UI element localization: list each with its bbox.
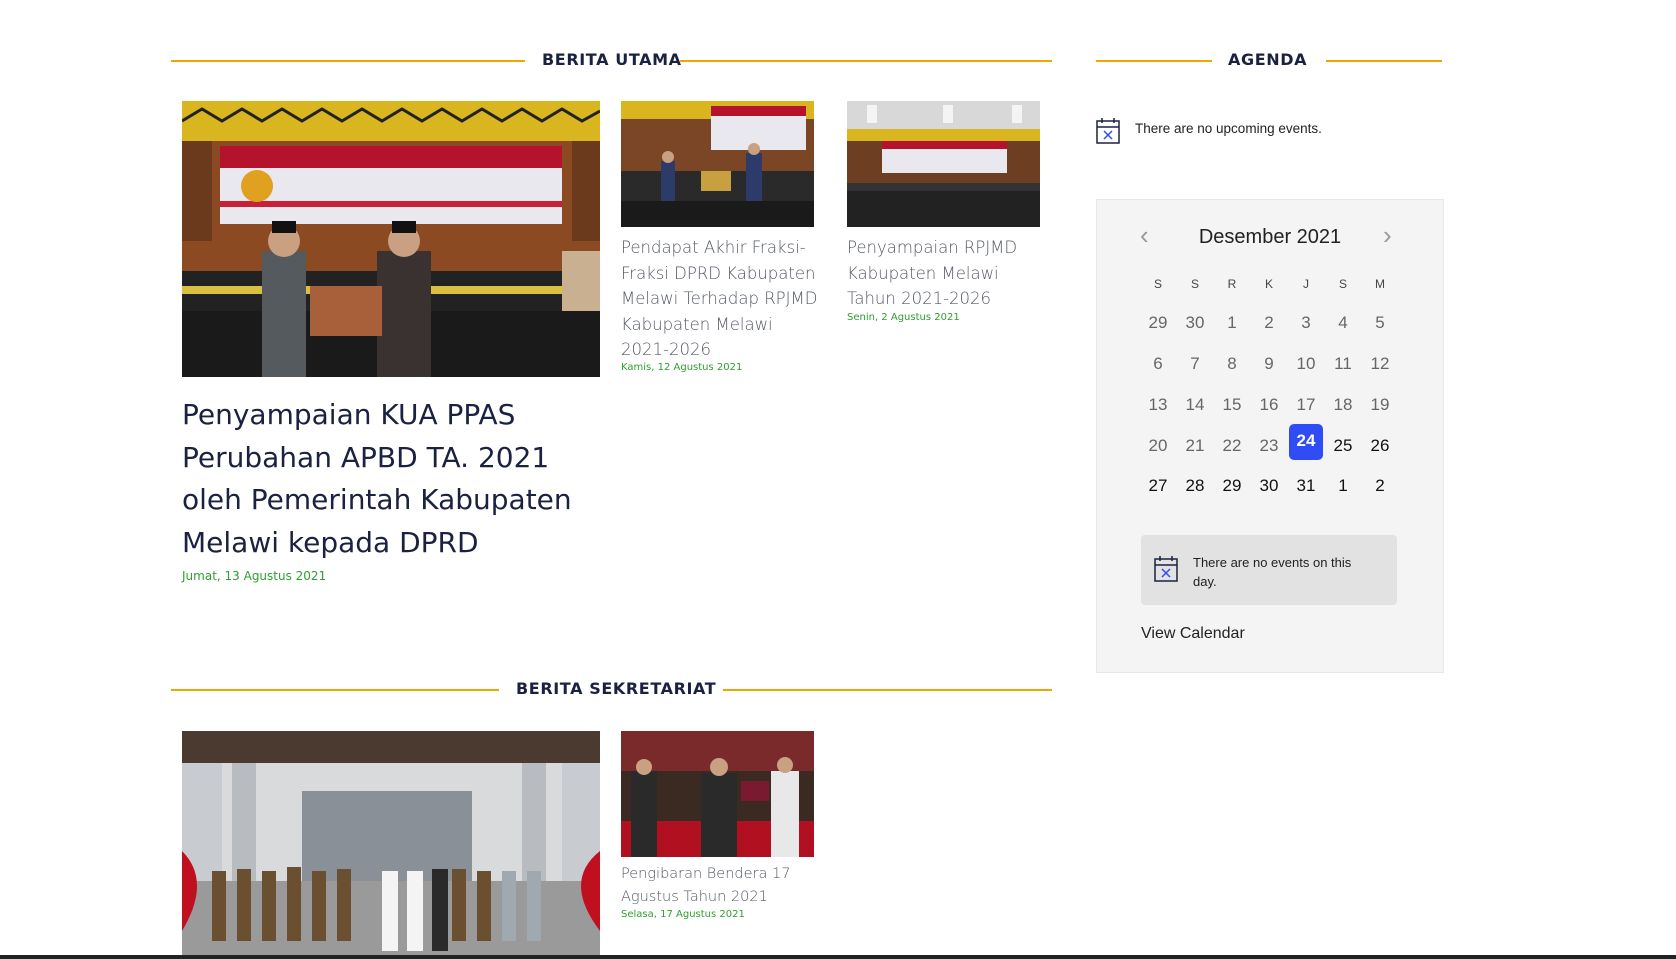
calendar-month-label: Desember 2021 <box>1198 226 1342 248</box>
calendar-x-icon <box>1096 118 1120 144</box>
agenda-line-left <box>1096 60 1212 62</box>
calendar-day[interactable]: 7 <box>1178 347 1212 381</box>
featured-news-date: Jumat, 13 Agustus 2021 <box>182 569 327 583</box>
calendar-day[interactable]: 1 <box>1215 306 1249 340</box>
calendar-day[interactable]: 18 <box>1326 388 1360 422</box>
agenda-line-right <box>1326 60 1442 62</box>
bottom-bar <box>0 955 1676 959</box>
calendar-day[interactable]: 6 <box>1141 347 1175 381</box>
chevron-left-icon[interactable]: ‹ <box>1140 222 1149 248</box>
news-date-1: Kamis, 12 Agustus 2021 <box>621 362 743 373</box>
calendar-day[interactable]: 26 <box>1363 429 1397 463</box>
calendar-day[interactable]: 9 <box>1252 347 1286 381</box>
calendar-day[interactable]: 3 <box>1289 306 1323 340</box>
calendar-day[interactable]: 1 <box>1326 469 1360 503</box>
weekday-label: S <box>1190 277 1199 291</box>
weekday-label: S <box>1153 277 1162 291</box>
berita-utama-heading: BERITA UTAMA <box>542 50 682 69</box>
news-photo-2[interactable] <box>847 101 1040 227</box>
calendar-day[interactable]: 23 <box>1252 429 1286 463</box>
calendar-day[interactable]: 4 <box>1326 306 1360 340</box>
calendar-day[interactable]: 16 <box>1252 388 1286 422</box>
berita-sekretariat-line-left <box>171 689 499 691</box>
calendar-day[interactable]: 11 <box>1326 347 1360 381</box>
calendar-day[interactable]: 14 <box>1178 388 1212 422</box>
berita-utama-line-right <box>680 60 1052 62</box>
news-photo-1[interactable] <box>621 101 814 227</box>
view-calendar-link[interactable]: View Calendar <box>1141 625 1245 643</box>
sekretariat-photo-1[interactable] <box>621 731 814 857</box>
berita-utama-line-left <box>171 60 525 62</box>
calendar-x-icon <box>1154 556 1178 582</box>
sekretariat-date-1: Selasa, 17 Agustus 2021 <box>621 909 745 920</box>
sekretariat-title-1[interactable]: Pengibaran Bendera 17 Agustus Tahun 2021 <box>621 863 801 908</box>
calendar-day[interactable]: 22 <box>1215 429 1249 463</box>
calendar-day[interactable]: 31 <box>1289 469 1323 503</box>
weekday-label: M <box>1375 277 1385 291</box>
weekday-label: R <box>1227 277 1237 291</box>
calendar-day[interactable]: 15 <box>1215 388 1249 422</box>
featured-news-title[interactable]: Penyampaian KUA PPAS Perubahan APBD TA. … <box>182 394 602 564</box>
calendar-day[interactable]: 25 <box>1326 429 1360 463</box>
calendar-day[interactable]: 29 <box>1215 469 1249 503</box>
calendar-day[interactable]: 12 <box>1363 347 1397 381</box>
calendar-day[interactable]: 5 <box>1363 306 1397 340</box>
calendar-day[interactable]: 20 <box>1141 429 1175 463</box>
no-upcoming-events-text: There are no upcoming events. <box>1135 121 1322 136</box>
calendar-day[interactable]: 30 <box>1252 469 1286 503</box>
weekday-label: K <box>1264 277 1273 291</box>
news-title-2[interactable]: Penyampaian RPJMD Kabupaten Melawi Tahun… <box>847 235 1043 312</box>
calendar-day[interactable]: 28 <box>1178 469 1212 503</box>
calendar-day[interactable]: 2 <box>1363 469 1397 503</box>
calendar-day[interactable]: 27 <box>1141 469 1175 503</box>
calendar-day[interactable]: 30 <box>1178 306 1212 340</box>
calendar-day[interactable]: 8 <box>1215 347 1249 381</box>
berita-sekretariat-line-right <box>723 689 1052 691</box>
agenda-heading: AGENDA <box>1228 50 1308 69</box>
calendar-day[interactable]: 24 <box>1289 424 1323 460</box>
no-events-day-text: There are no events on this day. <box>1193 555 1352 589</box>
calendar-day[interactable]: 10 <box>1289 347 1323 381</box>
sekretariat-photo-main[interactable] <box>182 731 600 955</box>
calendar-day[interactable]: 2 <box>1252 306 1286 340</box>
weekday-label: J <box>1303 277 1309 291</box>
calendar-day[interactable]: 13 <box>1141 388 1175 422</box>
weekday-label: S <box>1338 277 1347 291</box>
calendar-day[interactable]: 29 <box>1141 306 1175 340</box>
news-title-1[interactable]: Pendapat Akhir Fraksi-Fraksi DPRD Kabupa… <box>621 235 819 363</box>
calendar-day[interactable]: 21 <box>1178 429 1212 463</box>
featured-news-photo[interactable] <box>182 101 600 377</box>
calendar-day[interactable]: 17 <box>1289 388 1323 422</box>
chevron-right-icon[interactable]: › <box>1383 222 1392 248</box>
calendar-day[interactable]: 19 <box>1363 388 1397 422</box>
news-date-2: Senin, 2 Agustus 2021 <box>847 312 960 323</box>
berita-sekretariat-heading: BERITA SEKRETARIAT <box>516 679 717 698</box>
